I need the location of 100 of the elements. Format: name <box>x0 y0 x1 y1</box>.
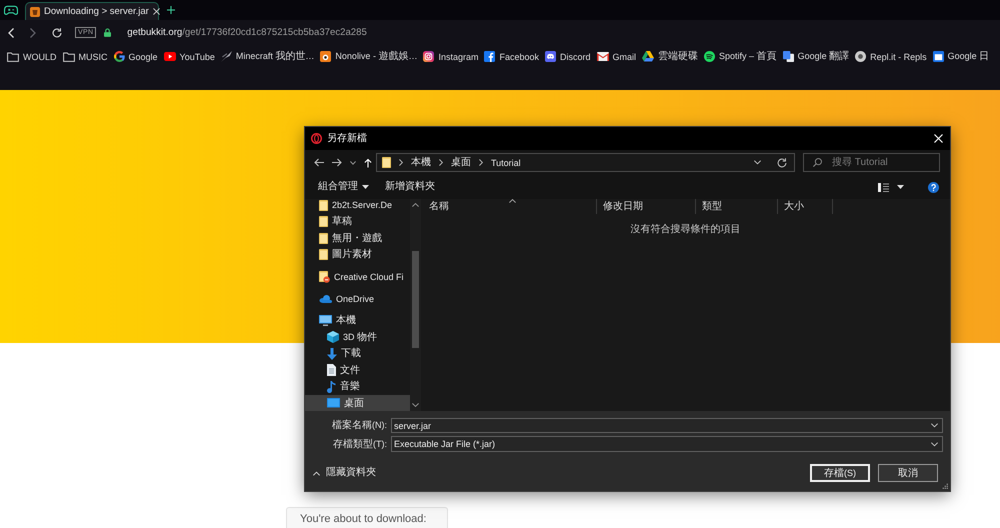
chevron-right-icon <box>479 159 483 166</box>
bookmark-link[interactable]: Google 翻譯 <box>782 50 850 63</box>
save-button[interactable]: 存檔(S) <box>810 464 870 482</box>
folder-icon <box>319 216 328 228</box>
chevron-down-icon[interactable] <box>754 160 761 165</box>
bookmark-link[interactable]: Spotify – 首頁 <box>704 50 777 63</box>
bucket-icon <box>30 6 40 16</box>
scroll-up-icon[interactable] <box>412 203 419 207</box>
scroll-thumb[interactable] <box>412 251 419 348</box>
file-name-field[interactable]: server.jar <box>391 418 943 433</box>
resize-grip-icon[interactable] <box>941 482 948 489</box>
details-view-icon[interactable] <box>878 182 889 192</box>
search-field[interactable]: 搜尋 Tutorial <box>803 153 940 172</box>
field-label: 存檔類型(T): <box>332 438 388 450</box>
badged-folder-icon <box>319 270 330 283</box>
chevron-down-icon[interactable] <box>931 442 938 446</box>
folder-icon <box>319 249 328 260</box>
bookmark-link[interactable]: Facebook <box>484 50 540 62</box>
face-tile-icon <box>545 51 556 62</box>
bookmark-link[interactable]: MUSIC <box>62 50 108 62</box>
up-arrow-icon[interactable] <box>364 158 372 168</box>
back-arrow-icon[interactable] <box>314 158 324 167</box>
organize-menu-button[interactable]: 組合管理 <box>318 181 369 193</box>
nav-item[interactable]: 3D 物件 <box>305 329 410 346</box>
column-header[interactable]: 類型 <box>696 199 778 214</box>
nav-item[interactable]: 下載 <box>305 346 410 362</box>
column-header[interactable]: 大小 <box>778 199 833 214</box>
close-icon[interactable] <box>152 8 160 15</box>
controller-icon[interactable] <box>4 4 18 16</box>
nav-item[interactable]: 本機 <box>305 312 410 329</box>
lock-icon <box>104 28 112 37</box>
screen-icon <box>327 398 340 408</box>
chevron-down-icon[interactable] <box>350 160 356 164</box>
hide-folders-button[interactable]: 隱藏資料夾 <box>305 467 376 479</box>
cube-icon <box>327 331 339 344</box>
tiles-icon <box>782 51 794 62</box>
folder-icon <box>7 52 19 62</box>
nav-item[interactable]: 草稿 <box>305 214 410 230</box>
path-bar[interactable]: 本機 桌面 Tutorial <box>376 153 795 172</box>
empty-message: 沒有符合搜尋條件的項目 <box>630 224 742 236</box>
nav-item[interactable]: 音樂 <box>305 378 410 395</box>
breadcrumb-item[interactable]: 本機 <box>411 156 431 169</box>
bookmark-link[interactable]: Discord <box>545 50 591 62</box>
nav-item[interactable]: 無用・遊戲 <box>305 230 410 246</box>
toolbar-button[interactable]: 新增資料夾 <box>385 181 435 193</box>
chevron-right-icon <box>439 159 443 166</box>
breadcrumb-item[interactable]: Tutorial <box>491 156 521 168</box>
caret-icon <box>362 185 369 189</box>
browser-tab[interactable]: Downloading > server.jar <box>25 2 159 20</box>
ring-tile-icon <box>320 51 332 62</box>
nav-item[interactable]: Creative Cloud Fi <box>305 268 410 285</box>
search-icon <box>813 158 822 167</box>
monitor-icon <box>319 315 332 326</box>
nav-item[interactable]: 2b2t.Server.De <box>305 197 410 214</box>
down-arrow-icon <box>327 348 337 360</box>
bookmark-link[interactable]: 雲端硬碟 <box>642 50 698 63</box>
document-icon <box>327 364 336 376</box>
f-logo-icon <box>484 51 496 62</box>
plus-icon[interactable] <box>167 6 175 14</box>
nav-scrollbar[interactable] <box>410 199 421 411</box>
column-header[interactable]: 修改日期 <box>597 199 696 214</box>
sort-caret-icon[interactable] <box>508 199 516 203</box>
bookmark-link[interactable]: Google <box>114 50 158 62</box>
cancel-button[interactable]: 取消 <box>878 464 938 482</box>
cloud-icon <box>319 294 332 303</box>
folder-icon <box>382 157 391 168</box>
nav-item[interactable]: 圖片素材 <box>305 246 410 263</box>
nav-item[interactable]: OneDrive <box>305 290 410 307</box>
bookmark-link[interactable]: YouTube <box>164 50 215 62</box>
bookmark-link[interactable]: Minecraft 我的世… <box>220 50 314 63</box>
chevron-down-icon[interactable] <box>931 423 938 428</box>
bookmark-link[interactable]: Instagram <box>423 50 478 62</box>
nav-item[interactable]: 文件 <box>305 362 410 378</box>
bookmark-link[interactable]: Repl.it - Repls <box>855 50 927 62</box>
triangle-icon <box>642 51 654 62</box>
caret-icon[interactable] <box>897 185 904 189</box>
address-field[interactable]: getbukkit.org/get/17736f20cd1c875215cb5ba37ec2a285 <box>127 26 367 39</box>
reload-icon[interactable] <box>52 28 62 38</box>
ring-logo-icon <box>311 133 322 144</box>
scroll-down-icon[interactable] <box>412 403 419 407</box>
help-icon[interactable] <box>928 182 939 192</box>
bookmark-link[interactable]: Gmail <box>596 50 636 62</box>
breadcrumb-item[interactable]: 桌面 <box>451 156 471 169</box>
play-icon <box>164 52 176 61</box>
bookmark-link[interactable]: Google 日 <box>932 50 990 63</box>
camera-icon <box>423 51 434 62</box>
column-header[interactable]: 名稱 <box>421 199 597 214</box>
envelope-icon <box>596 52 609 61</box>
folder-icon <box>62 52 74 62</box>
calendar-icon <box>932 51 944 62</box>
bookmark-link[interactable]: Nonolive - 遊戲娛… <box>320 50 418 63</box>
bookmark-link[interactable]: WOULD <box>7 50 56 62</box>
forward-arrow-icon[interactable] <box>332 158 342 167</box>
g-logo-icon <box>114 51 124 62</box>
file-type-dropdown[interactable]: Executable Jar File (*.jar) <box>391 436 943 452</box>
refresh-icon[interactable] <box>777 158 787 168</box>
dialog-title: 另存新檔 <box>327 132 367 144</box>
chevron-right-icon <box>399 159 403 166</box>
nav-item[interactable]: 桌面 <box>305 395 410 411</box>
field-label: 檔案名稱(N): <box>331 419 388 432</box>
